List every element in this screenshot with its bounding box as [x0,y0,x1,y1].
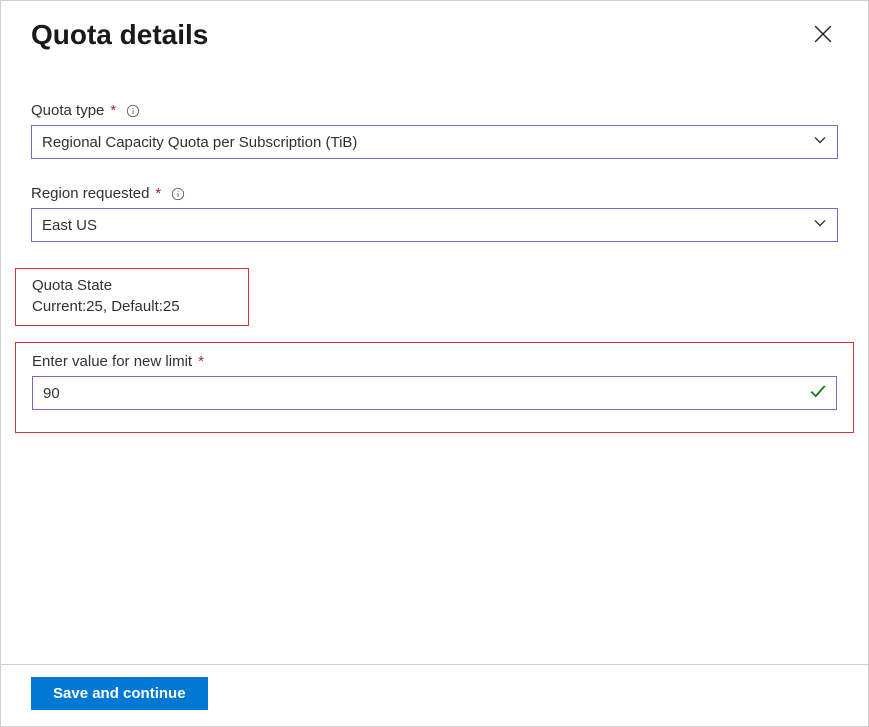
panel-footer: Save and continue [1,664,868,726]
quota-state-box: Quota State Current:25, Default:25 [15,268,249,326]
quota-type-field: Quota type * Regional Capacity Quota per… [31,102,838,159]
quota-type-label-text: Quota type [31,102,104,119]
region-select-wrap: East US [31,208,838,242]
info-icon[interactable] [171,187,185,201]
quota-type-label: Quota type * [31,102,838,119]
page-title: Quota details [31,19,208,51]
quota-state-label: Quota State [32,277,236,294]
region-label: Region requested * [31,185,838,202]
quota-type-select-wrap: Regional Capacity Quota per Subscription… [31,125,838,159]
required-indicator: * [198,353,204,370]
panel-content: Quota type * Regional Capacity Quota per… [1,52,868,664]
panel-header: Quota details [1,1,868,52]
close-icon [814,25,832,46]
required-indicator: * [155,185,161,202]
region-label-text: Region requested [31,185,149,202]
quota-state-value: Current:25, Default:25 [32,298,236,315]
new-limit-input[interactable] [32,376,837,410]
region-select[interactable]: East US [31,208,838,242]
region-field: Region requested * East US [31,185,838,242]
new-limit-label-text: Enter value for new limit [32,353,192,370]
new-limit-label: Enter value for new limit * [32,353,837,370]
required-indicator: * [110,102,116,119]
quota-type-select[interactable]: Regional Capacity Quota per Subscription… [31,125,838,159]
new-limit-box: Enter value for new limit * [15,342,854,433]
close-button[interactable] [808,19,838,52]
new-limit-input-wrap [32,376,837,410]
quota-details-panel: Quota details Quota type * [0,0,869,727]
save-continue-button[interactable]: Save and continue [31,677,208,710]
info-icon[interactable] [126,104,140,118]
